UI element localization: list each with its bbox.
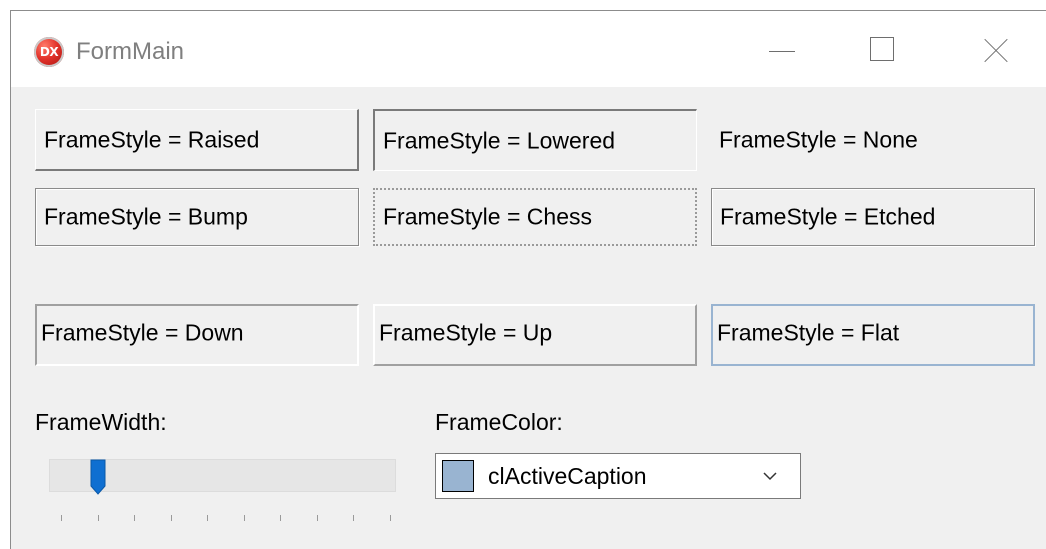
panel-none-label: FrameStyle = None [719,126,918,153]
trackbar-tick [207,515,208,521]
trackbar-tick [280,515,281,521]
frame-color-label: FrameColor: [435,409,563,435]
window-title: FormMain [76,38,185,65]
color-swatch [442,460,474,492]
trackbar-tick [134,515,135,521]
panel-flat: FrameStyle = Flat [711,304,1035,366]
trackbar-tick [244,515,245,521]
trackbar-tick [390,515,391,521]
trackbar-tick [171,515,172,521]
frame-color-combobox[interactable]: clActiveCaption [435,453,801,499]
panel-raised-label: FrameStyle = Raised [44,126,260,152]
panel-none: FrameStyle = None [711,109,1035,171]
panel-flat-label: FrameStyle = Flat [717,319,900,346]
trackbar-tick [61,515,62,521]
frame-width-label: FrameWidth: [35,409,167,435]
panel-lowered: FrameStyle = Lowered [373,109,697,171]
trackbar-tick [317,515,318,521]
form-main-window: DX FormMain FrameStyle = Raised FrameSty… [10,10,1046,549]
trackbar-thumb[interactable] [90,459,106,495]
panel-chess: FrameStyle = Chess [373,188,697,246]
panel-down: FrameStyle = Down [35,304,359,366]
maximize-icon[interactable] [853,29,913,73]
frame-color-value: clActiveCaption [488,463,647,489]
panel-etched-label: FrameStyle = Etched [720,203,936,230]
app-icon: DX [34,37,64,67]
trackbar-tick [98,515,99,521]
panel-etched: FrameStyle = Etched [711,188,1035,246]
panel-raised: FrameStyle = Raised [35,109,359,171]
panel-bump: FrameStyle = Bump [35,188,359,246]
panel-down-label: FrameStyle = Down [41,319,244,346]
trackbar-tick [353,515,354,521]
close-icon[interactable] [966,29,1026,73]
chevron-down-icon[interactable] [762,468,778,484]
panel-up-label: FrameStyle = Up [379,319,553,346]
minimize-icon[interactable] [751,29,811,73]
panel-up: FrameStyle = Up [373,304,697,366]
panel-bump-label: FrameStyle = Bump [44,203,248,230]
title-bar[interactable]: DX FormMain [11,11,1046,87]
panel-chess-label: FrameStyle = Chess [383,203,592,230]
panel-lowered-label: FrameStyle = Lowered [383,127,616,153]
